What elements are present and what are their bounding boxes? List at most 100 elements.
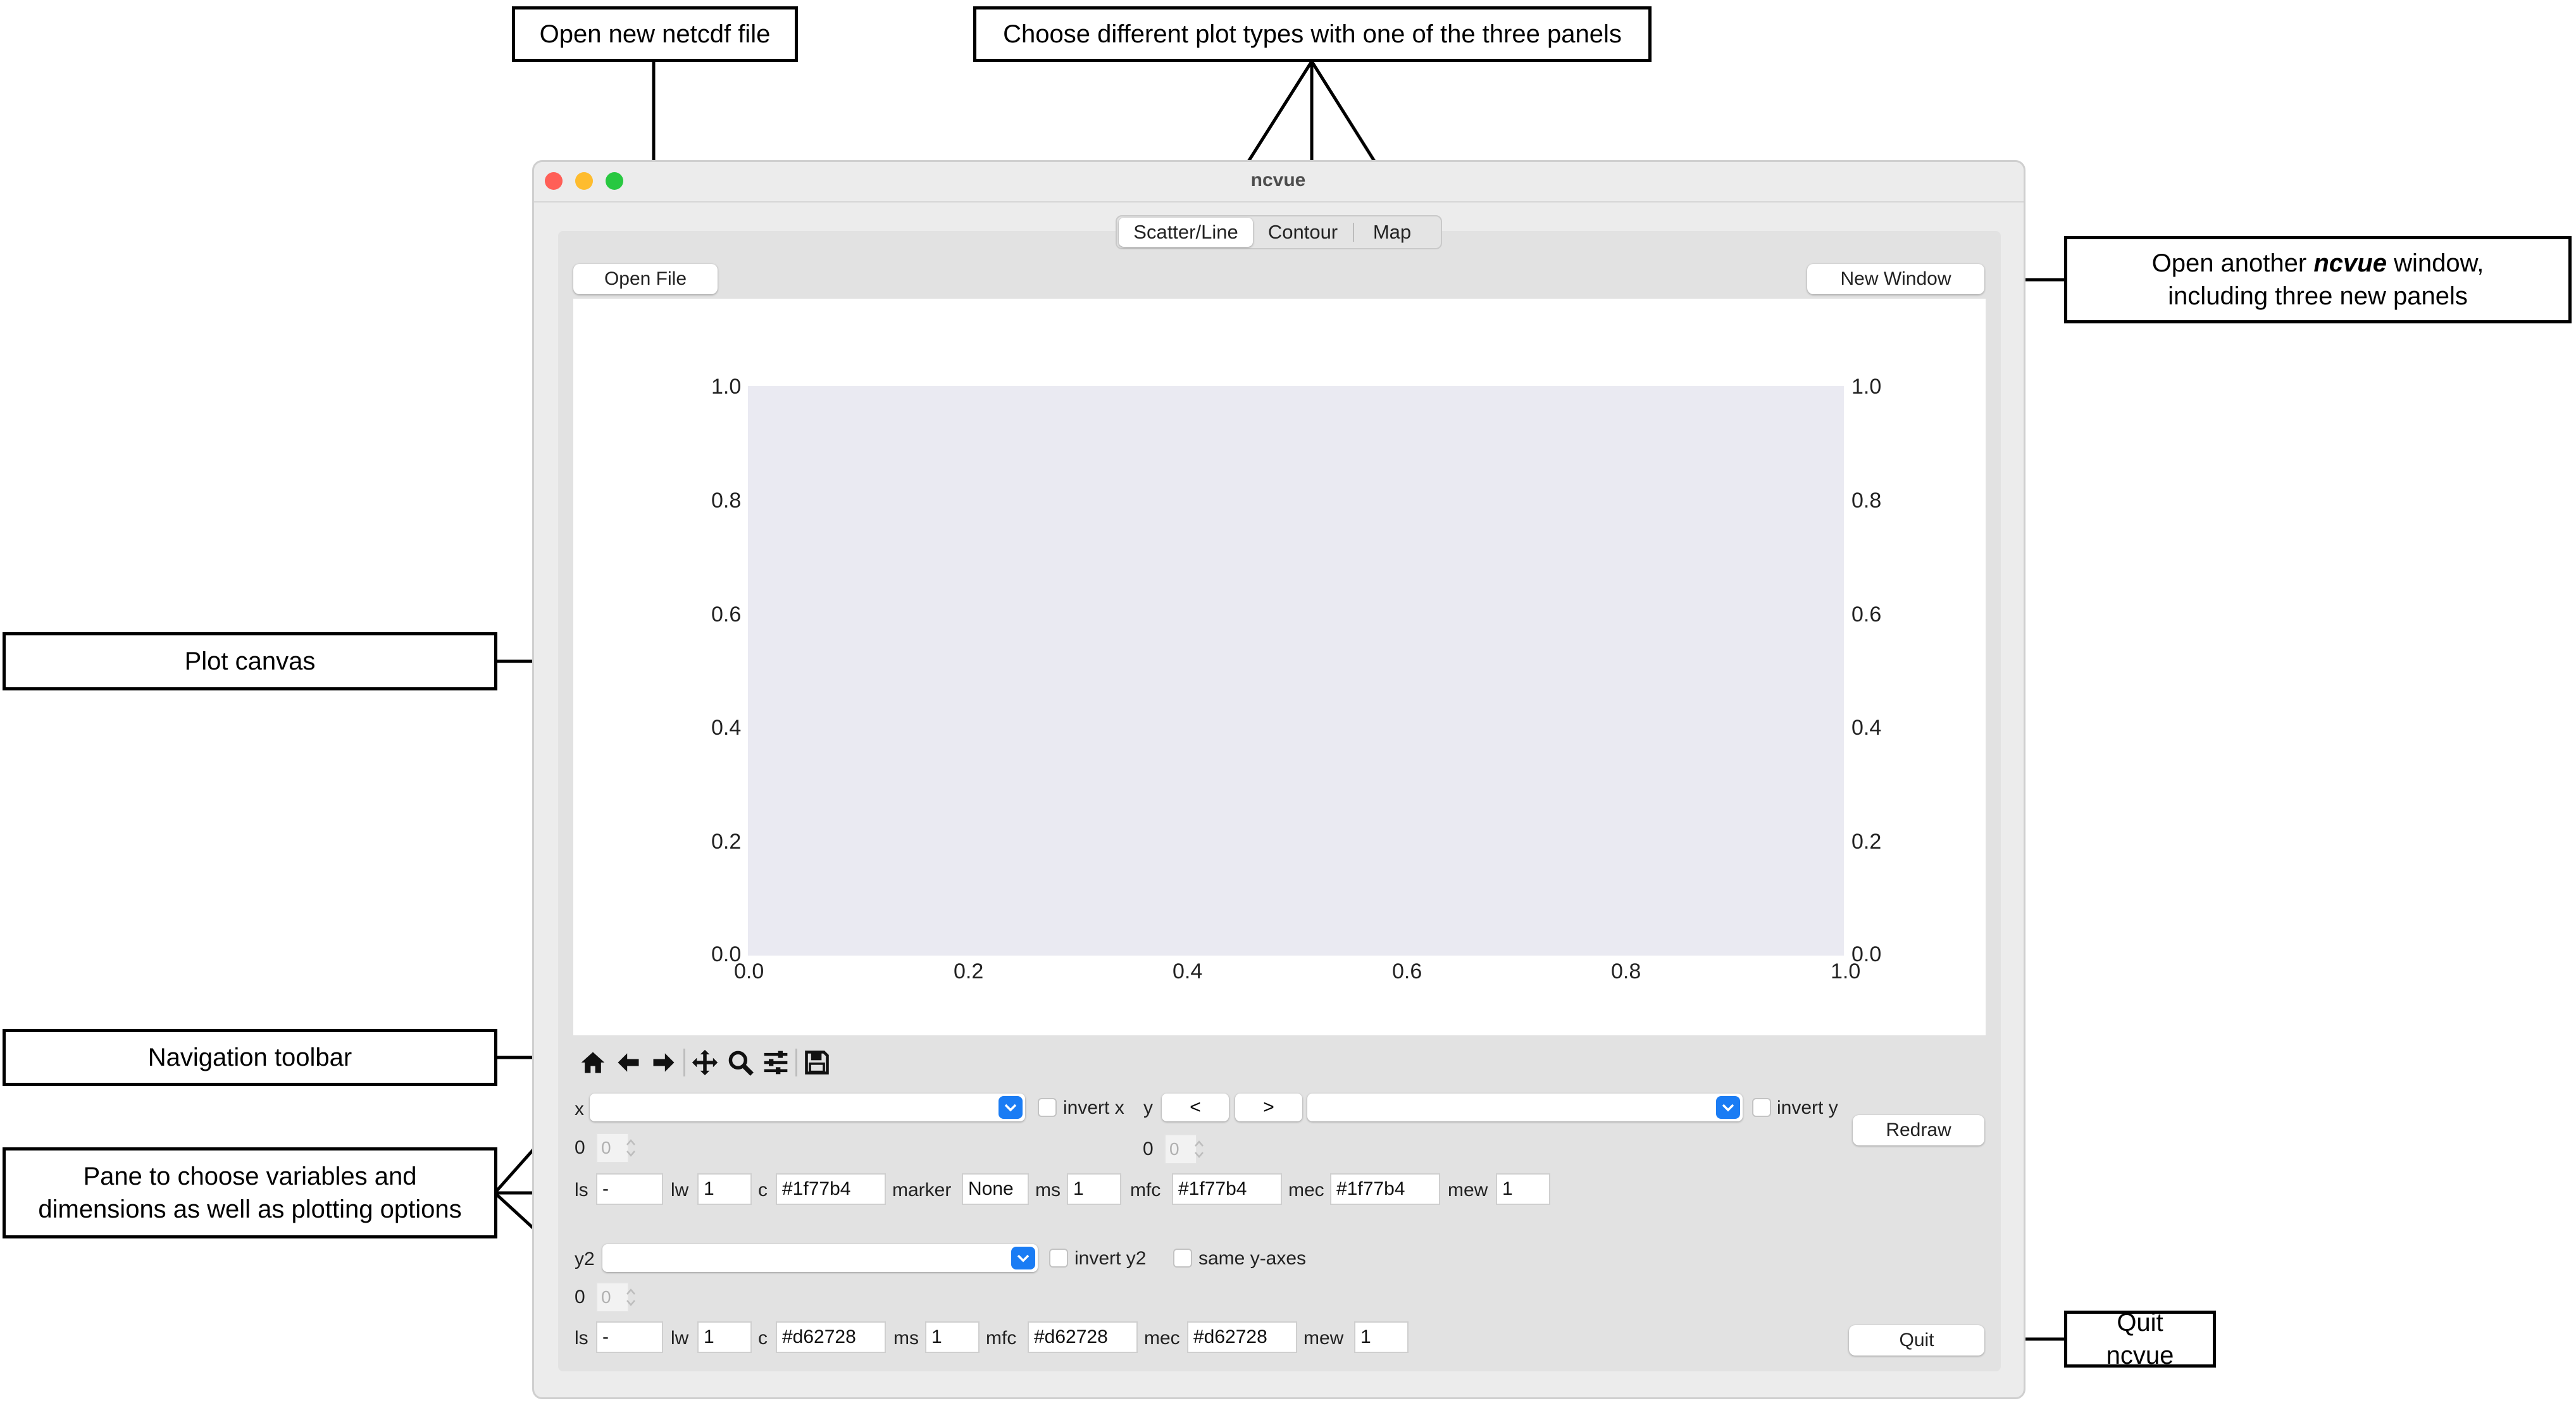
y-tick-left-0.2: 0.2 xyxy=(711,830,742,854)
save-icon[interactable] xyxy=(801,1047,833,1078)
chevron-down-icon xyxy=(1011,1247,1035,1269)
ls-label: ls xyxy=(575,1180,588,1200)
same-y-axes-checkbox[interactable] xyxy=(1173,1249,1192,1268)
c2-label: c xyxy=(758,1328,768,1349)
marker-label: marker xyxy=(892,1180,952,1200)
invert-y2-checkbox[interactable] xyxy=(1049,1249,1068,1268)
y-tick-right-0.2: 0.2 xyxy=(1851,830,1882,854)
close-window-button[interactable] xyxy=(545,172,563,190)
y-next-button[interactable]: > xyxy=(1235,1094,1302,1121)
x-tick-0.0: 0.0 xyxy=(734,959,764,983)
zoom-window-button[interactable] xyxy=(606,172,623,190)
y-tick-right-1.0: 1.0 xyxy=(1851,375,1882,399)
ls2-input[interactable]: - xyxy=(596,1321,663,1353)
lw2-label: lw xyxy=(671,1328,689,1349)
mfc-input[interactable]: #1f77b4 xyxy=(1172,1173,1282,1205)
y2-dimension-stepper-icon[interactable] xyxy=(624,1282,638,1313)
back-arrow-icon[interactable] xyxy=(613,1047,644,1078)
mew2-input[interactable]: 1 xyxy=(1354,1321,1409,1353)
mew-input[interactable]: 1 xyxy=(1496,1173,1550,1205)
x-tick-0.8: 0.8 xyxy=(1611,959,1641,983)
color2-input[interactable]: #d62728 xyxy=(776,1321,886,1353)
mfc2-input[interactable]: #d62728 xyxy=(1028,1321,1138,1353)
lw-input[interactable]: 1 xyxy=(697,1173,752,1205)
y-dimension-stepper-icon[interactable] xyxy=(1192,1134,1206,1164)
mfc2-label: mfc xyxy=(986,1328,1017,1349)
x-tick-1.0: 1.0 xyxy=(1831,959,1861,983)
invert-y2-label: invert y2 xyxy=(1074,1248,1147,1269)
ls-input[interactable]: - xyxy=(596,1173,663,1205)
mec-input[interactable]: #1f77b4 xyxy=(1330,1173,1440,1205)
configure-subplots-icon[interactable] xyxy=(760,1047,792,1078)
x-variable-select[interactable] xyxy=(590,1094,1025,1121)
ms-label: ms xyxy=(1035,1180,1061,1200)
annotation-quit: Quit ncvue xyxy=(2064,1309,2216,1369)
tab-contour[interactable]: Contour xyxy=(1253,218,1353,247)
annotation-plot-canvas: Plot canvas xyxy=(3,632,497,690)
window-title: ncvue xyxy=(1250,170,1306,190)
invert-y-label: invert y xyxy=(1777,1097,1838,1118)
plot-type-tabs: Scatter/Line Contour Map xyxy=(1116,215,1442,249)
mec2-label: mec xyxy=(1144,1328,1180,1349)
y-tick-left-0.6: 0.6 xyxy=(711,602,742,627)
quit-button[interactable]: Quit xyxy=(1849,1325,1984,1356)
y-tick-right-0.4: 0.4 xyxy=(1851,716,1882,740)
annotation-nav-toolbar: Navigation toolbar xyxy=(3,1029,497,1086)
annotation-plot-types: Choose different plot types with one of … xyxy=(973,6,1652,62)
y-dimension-label: 0 xyxy=(1143,1138,1154,1159)
mfc-label: mfc xyxy=(1130,1180,1161,1200)
tab-map[interactable]: Map xyxy=(1354,218,1430,247)
chevron-down-icon xyxy=(999,1096,1023,1119)
ms2-label: ms xyxy=(893,1328,919,1349)
plot-axes-area[interactable] xyxy=(748,386,1844,956)
ms2-input[interactable]: 1 xyxy=(925,1321,980,1353)
x-dimension-label: 0 xyxy=(575,1137,585,1158)
color-input[interactable]: #1f77b4 xyxy=(776,1173,886,1205)
zoom-icon[interactable] xyxy=(725,1047,756,1078)
minimize-window-button[interactable] xyxy=(575,172,593,190)
home-icon[interactable] xyxy=(577,1047,609,1078)
lw2-input[interactable]: 1 xyxy=(697,1321,752,1353)
annotation-open-file: Open new netcdf file xyxy=(512,6,798,62)
y-tick-left-0.8: 0.8 xyxy=(711,489,742,513)
x-tick-0.6: 0.6 xyxy=(1392,959,1422,983)
y-variable-select[interactable] xyxy=(1307,1094,1743,1121)
x-dimension-stepper-icon[interactable] xyxy=(624,1133,638,1163)
redraw-button[interactable]: Redraw xyxy=(1853,1115,1984,1145)
x-tick-0.2: 0.2 xyxy=(954,959,984,983)
invert-x-checkbox[interactable] xyxy=(1038,1098,1057,1117)
tab-scatter-line[interactable]: Scatter/Line xyxy=(1119,218,1253,247)
marker-input[interactable]: None xyxy=(962,1173,1029,1205)
same-y-axes-label: same y-axes xyxy=(1198,1248,1307,1269)
invert-y-checkbox[interactable] xyxy=(1752,1098,1771,1117)
pan-icon[interactable] xyxy=(689,1047,721,1078)
ls2-label: ls xyxy=(575,1328,588,1349)
y-tick-left-0.4: 0.4 xyxy=(711,716,742,740)
mew-label: mew xyxy=(1448,1180,1488,1200)
y-tick-right-0.8: 0.8 xyxy=(1851,489,1882,513)
y-tick-right-0.6: 0.6 xyxy=(1851,602,1882,627)
toolbar-separator xyxy=(683,1049,685,1076)
y-label: y xyxy=(1143,1097,1153,1118)
y2-variable-select[interactable] xyxy=(602,1244,1038,1272)
lw-label: lw xyxy=(671,1180,689,1200)
invert-x-label: invert x xyxy=(1063,1097,1124,1118)
open-file-button[interactable]: Open File xyxy=(573,264,718,294)
navigation-toolbar xyxy=(577,1045,833,1080)
y2-dimension-label: 0 xyxy=(575,1287,585,1307)
x-label: x xyxy=(575,1099,584,1119)
mec-label: mec xyxy=(1288,1180,1324,1200)
new-window-button[interactable]: New Window xyxy=(1807,264,1984,294)
annotation-pane: Pane to choose variables and dimensions … xyxy=(3,1147,497,1238)
ms-input[interactable]: 1 xyxy=(1067,1173,1121,1205)
annotation-new-window: Open another ncvue window, including thr… xyxy=(2064,236,2572,323)
mec2-input[interactable]: #d62728 xyxy=(1187,1321,1297,1353)
y-tick-left-1.0: 1.0 xyxy=(711,375,742,399)
chevron-down-icon xyxy=(1716,1096,1740,1119)
y-previous-button[interactable]: < xyxy=(1162,1094,1229,1121)
mew2-label: mew xyxy=(1304,1328,1344,1349)
x-tick-0.4: 0.4 xyxy=(1173,959,1203,983)
y2-label: y2 xyxy=(575,1249,595,1269)
toolbar-separator xyxy=(795,1049,797,1076)
forward-arrow-icon[interactable] xyxy=(648,1047,680,1078)
